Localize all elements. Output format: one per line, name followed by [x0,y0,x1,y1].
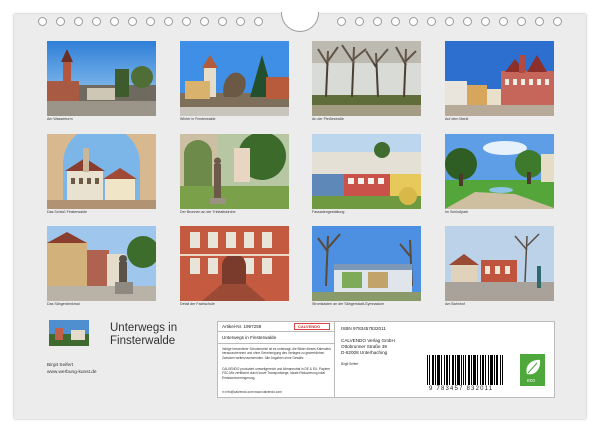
photo-winter [180,41,289,116]
barcode-digits: 9 783457 832011 [429,386,494,392]
binding-hole [254,17,263,26]
product-info-box: Artikel-Nr. 1997259 CALVENDO Unterwegs i… [217,321,555,398]
binding-hole [56,17,65,26]
photo-water-tower [47,41,156,116]
photo-caption: Am Wasserturm [47,117,73,121]
legal-notice: Infolge besonderer Schutzrechte ist es u… [222,347,331,360]
article-number: Artikel-Nr. 1997259 [222,324,262,329]
photo-singer-monument [47,226,156,301]
binding-hole [74,17,83,26]
eco-notice: CALVENDO produziert umweltgerecht und kl… [222,367,331,380]
photo-castle [47,134,156,209]
binding-hole [146,17,155,26]
contact-line: ✉ info@calvendo.com www.calvendo.com [222,390,282,394]
publisher-line-2: Ottobrunner Straße 39 [341,344,387,349]
binding-hole [355,17,364,26]
photo-caption: An der Pleißestraße [312,117,344,121]
publisher-line-3: D-82008 Unterhaching [341,350,388,355]
isbn: ISBN 9783457832011 [341,326,386,331]
divider [218,331,335,332]
eco-badge: eco [520,354,545,386]
binding-hole [92,17,101,26]
photo-caption: Fassadengestaltung [312,210,345,214]
binding-hole [445,17,454,26]
binding-hole [535,17,544,26]
calendar-title: Unterwegs in Finsterwalde [110,322,177,348]
author-short: Birgit Seifert [341,362,359,366]
photo-station [445,226,554,301]
photo-pleisse [312,41,421,116]
photo-caption: Detail der Fachschule [180,302,215,306]
title-line-2: Finsterwalde [110,335,176,347]
binding-hole [236,17,245,26]
title-line-1: Unterwegs in [110,322,178,334]
photo-caption: Winter in Finsterwalde [180,117,216,121]
divider [218,343,335,344]
photo-caption: Am Bahnhof [445,302,465,306]
photo-caption: Auf dem Markt [445,117,469,121]
photo-caption: Das Sängerdenkmal [47,302,80,306]
binding-hole [463,17,472,26]
photo-caption: Stromkasten an der Sängerstadt-Gymnasium [312,302,385,306]
binding-hole [409,17,418,26]
photo-facade [312,134,421,209]
binding-hole [517,17,526,26]
binding-hole [427,17,436,26]
calvendo-logo-text: CALVENDO [298,324,321,329]
binding-hole [481,17,490,26]
photo-fountain [180,134,289,209]
binding-hole [164,17,173,26]
photo-school-detail [180,226,289,301]
binding-hole [38,17,47,26]
cover-thumbnail [49,320,89,346]
photo-caption: Das Schloß Finsterwalde [47,210,87,214]
binding-hole [499,17,508,26]
author-name: Birgit Seifert [47,363,74,368]
photo-park [445,134,554,209]
photo-market [445,41,554,116]
binding-hole [182,17,191,26]
binding-hole [391,17,400,26]
binding-hole [128,17,137,26]
photo-power-box [312,226,421,301]
binding-hole [200,17,209,26]
publisher-line-1: CALVENDO Verlag GmbH [341,338,395,343]
eco-label: eco [527,378,536,384]
photo-caption: Der Brunnen an der Trinitatiskirche [180,210,236,214]
binding-hole [110,17,119,26]
author-url: www.werbung-kunst.de [47,370,97,375]
binding-hole [337,17,346,26]
isbn-barcode [427,355,519,385]
product-title: Unterwegs in Finsterwalde [222,335,277,340]
calvendo-logo: CALVENDO [294,323,330,330]
binding-hole [553,17,562,26]
binding-hole [218,17,227,26]
binding-hole [373,17,382,26]
photo-caption: Im Schloßpark [445,210,469,214]
